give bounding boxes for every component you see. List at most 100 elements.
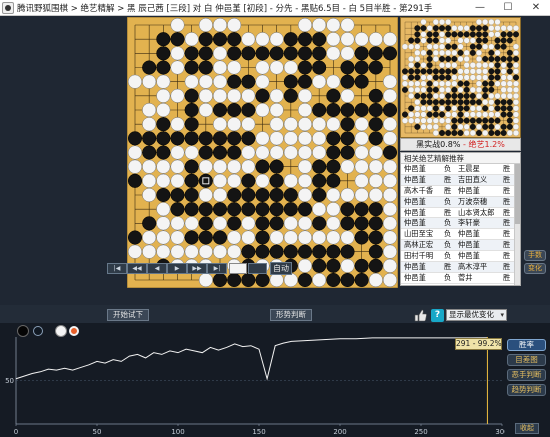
white-stone[interactable] <box>326 216 341 231</box>
white-stone[interactable] <box>212 46 228 61</box>
black-stone[interactable] <box>368 216 383 231</box>
white-stone[interactable] <box>241 117 256 132</box>
black-stone[interactable] <box>198 173 213 188</box>
winrate-chart-button[interactable]: 胜率 <box>507 339 546 351</box>
white-stone[interactable] <box>170 145 185 160</box>
forward-ten-button[interactable]: ▶▶ <box>187 263 207 274</box>
minimize-button[interactable]: — <box>469 0 491 16</box>
black-stone[interactable] <box>297 74 313 89</box>
black-stone[interactable] <box>368 60 383 75</box>
black-stone[interactable] <box>227 46 242 61</box>
white-stone[interactable] <box>184 216 199 231</box>
black-stone[interactable] <box>212 230 228 245</box>
white-stone[interactable] <box>354 32 369 47</box>
white-stone[interactable] <box>326 187 341 203</box>
white-stone[interactable] <box>340 32 355 47</box>
white-stone[interactable] <box>312 230 327 245</box>
white-stone[interactable] <box>170 17 185 33</box>
white-stone[interactable] <box>198 159 213 174</box>
white-stone[interactable] <box>198 102 213 118</box>
go-board[interactable] <box>127 17 398 288</box>
white-stone[interactable] <box>127 159 143 174</box>
white-stone[interactable] <box>227 88 242 103</box>
white-stone[interactable] <box>255 145 270 160</box>
black-stone[interactable] <box>354 102 369 118</box>
white-stone[interactable] <box>368 145 383 160</box>
black-stone[interactable] <box>184 173 199 188</box>
white-stone[interactable] <box>227 117 242 132</box>
black-stone[interactable] <box>269 46 284 61</box>
white-stone-icon[interactable] <box>55 325 67 337</box>
black-stone[interactable] <box>269 244 284 259</box>
white-stone[interactable] <box>212 17 228 33</box>
white-stone[interactable] <box>297 145 313 160</box>
white-stone[interactable] <box>156 216 171 231</box>
white-stone[interactable] <box>212 88 228 103</box>
white-stone[interactable] <box>283 60 298 75</box>
black-stone[interactable] <box>326 258 341 273</box>
black-stone[interactable] <box>269 159 284 174</box>
black-stone[interactable] <box>312 244 327 259</box>
black-stone[interactable] <box>212 32 228 47</box>
white-stone[interactable] <box>198 88 213 103</box>
black-stone[interactable] <box>368 244 383 259</box>
black-stone[interactable] <box>255 202 270 217</box>
white-stone[interactable] <box>283 145 298 160</box>
related-game-row[interactable]: 高林正宏负仲邑堇 胜 <box>401 240 520 252</box>
white-stone[interactable] <box>312 202 327 217</box>
white-stone[interactable] <box>170 244 185 259</box>
black-stone[interactable] <box>326 102 341 118</box>
white-stone[interactable] <box>297 230 313 245</box>
white-stone[interactable] <box>382 202 398 217</box>
white-stone[interactable] <box>142 187 157 203</box>
black-stone[interactable] <box>241 202 256 217</box>
white-stone[interactable] <box>184 244 199 259</box>
black-stone[interactable] <box>142 60 157 75</box>
black-stone[interactable] <box>354 230 369 245</box>
black-stone[interactable] <box>170 131 185 146</box>
white-stone[interactable] <box>368 272 383 288</box>
black-stone[interactable] <box>368 117 383 132</box>
black-stone[interactable] <box>354 60 369 75</box>
white-stone[interactable] <box>212 173 228 188</box>
white-stone[interactable] <box>156 159 171 174</box>
white-stone[interactable] <box>170 117 185 132</box>
white-stone[interactable] <box>283 216 298 231</box>
black-stone[interactable] <box>184 117 199 132</box>
black-stone[interactable] <box>156 131 171 146</box>
white-stone[interactable] <box>227 159 242 174</box>
black-stone[interactable] <box>312 216 327 231</box>
black-stone[interactable] <box>241 187 256 203</box>
white-stone[interactable] <box>170 88 185 103</box>
black-stone[interactable] <box>212 202 228 217</box>
move-number-button[interactable]: 手数 <box>524 250 546 261</box>
white-stone[interactable] <box>212 244 228 259</box>
black-stone[interactable] <box>283 202 298 217</box>
black-stone[interactable] <box>156 145 171 160</box>
black-stone[interactable] <box>127 230 143 245</box>
white-stone[interactable] <box>255 173 270 188</box>
black-stone[interactable] <box>312 102 327 118</box>
white-stone[interactable] <box>142 74 157 89</box>
white-stone[interactable] <box>297 216 313 231</box>
black-stone[interactable] <box>354 216 369 231</box>
white-stone[interactable] <box>156 230 171 245</box>
white-stone[interactable] <box>170 159 185 174</box>
white-stone[interactable] <box>382 74 398 89</box>
black-stone[interactable] <box>297 32 313 47</box>
black-stone[interactable] <box>354 202 369 217</box>
white-stone[interactable] <box>156 244 171 259</box>
black-stone[interactable] <box>241 272 256 288</box>
white-stone[interactable] <box>312 145 327 160</box>
help-icon[interactable]: ? <box>431 309 444 322</box>
white-stone[interactable] <box>283 272 298 288</box>
black-stone[interactable] <box>283 46 298 61</box>
white-stone[interactable] <box>340 230 355 245</box>
black-stone[interactable] <box>198 145 213 160</box>
black-stone[interactable] <box>212 145 228 160</box>
black-stone[interactable] <box>156 60 171 75</box>
black-stone[interactable] <box>127 131 143 146</box>
white-stone[interactable] <box>297 173 313 188</box>
black-stone[interactable] <box>354 74 369 89</box>
white-stone[interactable] <box>382 187 398 203</box>
